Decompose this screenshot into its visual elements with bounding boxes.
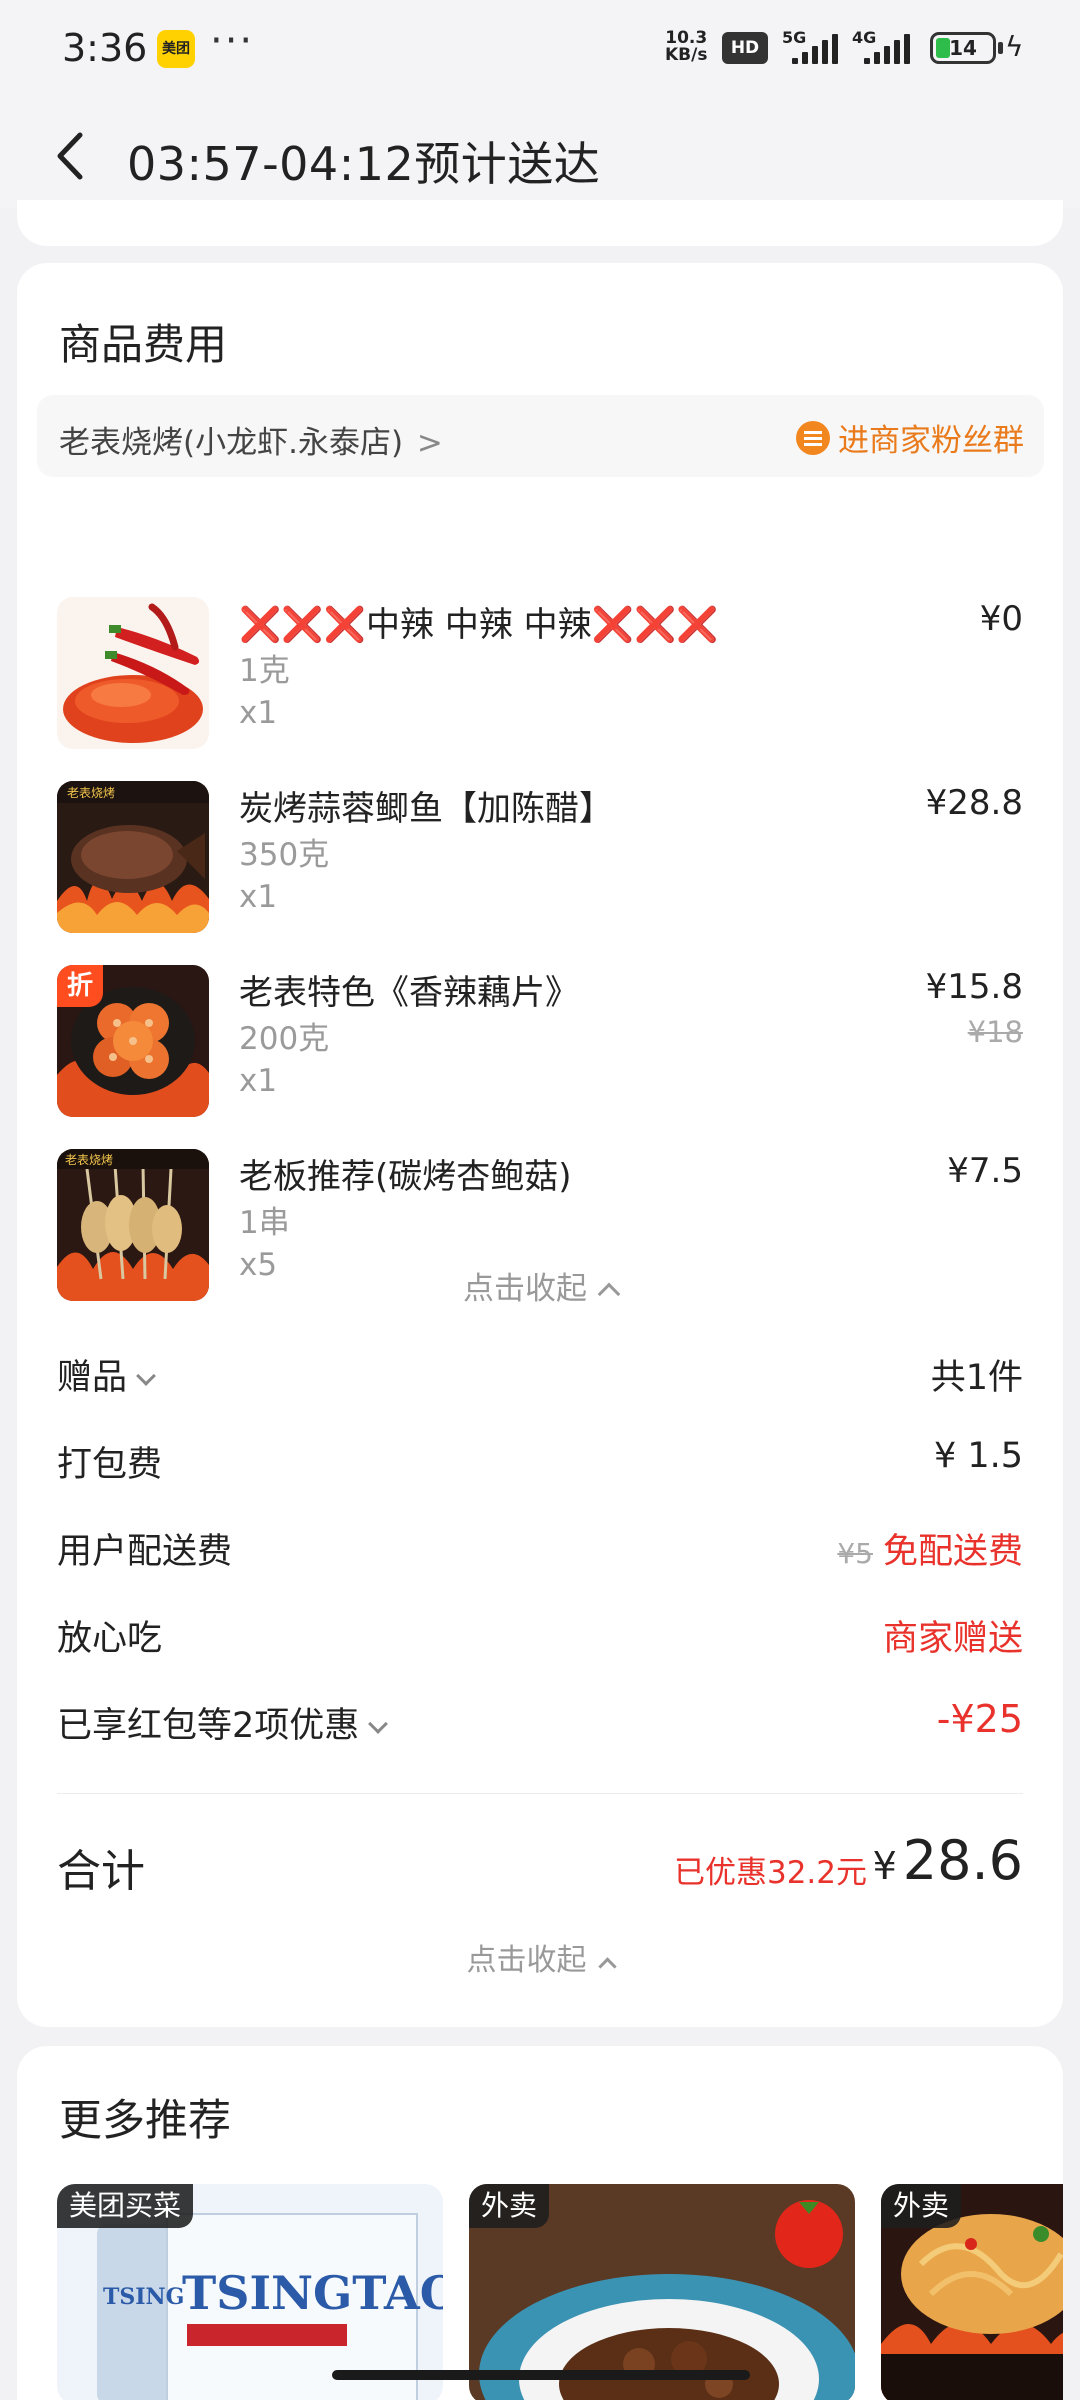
item-qty: x1 xyxy=(239,879,278,915)
item-qty: x1 xyxy=(239,1063,278,1099)
discount-badge: 折 xyxy=(57,965,103,1007)
total-label: 合计 xyxy=(57,1846,145,1897)
svg-text:老表烧烤: 老表烧烤 xyxy=(65,1152,113,1167)
divider xyxy=(57,1793,1023,1794)
back-button[interactable] xyxy=(50,131,94,181)
product-image-lotus-slices: 折 xyxy=(57,965,209,1117)
item-price: ¥15.8 xyxy=(925,967,1023,1007)
product-image-chili-powder xyxy=(57,597,209,749)
list-item[interactable] xyxy=(57,335,1023,495)
product-image-grilled-fish: 老表烧烤 xyxy=(57,781,209,933)
list-item[interactable]: 老表烧烤 炭烤蒜蓉鲫鱼【加陈醋】 350克 x1 ¥28.8 xyxy=(57,781,1023,941)
recommend-item[interactable]: TSINGTAO TSING 美团买菜 xyxy=(57,2184,443,2400)
list-item[interactable]: ❌❌❌中辣 中辣 中辣❌❌❌ 1克 x1 ¥0 xyxy=(57,597,1023,757)
recommend-card: 更多推荐 TSINGTAO TSING 美团买菜 外卖 外卖 xyxy=(17,2046,1063,2400)
previous-card-bottom xyxy=(17,200,1063,246)
signal-4g-icon xyxy=(864,34,910,64)
status-bar: 3:36 美团 ··· 10.3 KB/s HD 5G 4G 14 ϟ xyxy=(0,0,1080,96)
nav-header: 03:57-04:12预计送达 xyxy=(0,96,1080,208)
food-safety-row: 放心吃 商家赠送 xyxy=(57,1619,1023,1659)
battery-icon: 14 xyxy=(930,32,996,64)
svg-text:TSINGTAO: TSINGTAO xyxy=(182,2266,443,2320)
chevron-down-icon xyxy=(136,1366,156,1386)
item-price: ¥28.8 xyxy=(925,783,1023,823)
discount-row[interactable]: 已享红包等2项优惠 -¥25 xyxy=(57,1689,1023,1749)
total-saved: 已优惠32.2元 xyxy=(673,1855,867,1891)
meituan-app-icon: 美团 xyxy=(157,30,195,68)
item-spec: 1克 xyxy=(239,653,290,689)
delivery-fee-row: 用户配送费 ¥5 免配送费 xyxy=(57,1532,1023,1572)
more-notifications-icon: ··· xyxy=(210,18,255,64)
item-price: ¥0 xyxy=(979,599,1023,639)
signal-5g-icon xyxy=(792,34,838,64)
list-item[interactable]: 折 老表特色《香辣藕片》 200克 x1 ¥15.8 ¥18 xyxy=(57,965,1023,1125)
svg-text:老表烧烤: 老表烧烤 xyxy=(67,785,115,800)
item-original-price: ¥18 xyxy=(967,1015,1023,1049)
home-indicator[interactable] xyxy=(332,2370,750,2380)
fees-card: 商品费用 老表烧烤(小龙虾.永泰店) > 进商家粉丝群 ❌❌❌中辣 中辣 中辣❌… xyxy=(17,263,1063,2027)
hd-voice-icon: HD xyxy=(722,32,768,64)
chevron-up-icon xyxy=(597,1282,621,1306)
status-time: 3:36 xyxy=(62,26,148,70)
total-amount: ¥28.6 xyxy=(872,1829,1023,1892)
packing-fee-row: 打包费 ¥ 1.5 xyxy=(57,1436,1023,1485)
item-spec: 350克 xyxy=(239,837,330,873)
recommend-tag: 美团买菜 xyxy=(57,2184,194,2228)
svg-text:TSING: TSING xyxy=(103,2284,184,2310)
recommend-tag: 外卖 xyxy=(469,2184,550,2228)
back-arrow-icon xyxy=(57,132,83,180)
gift-row[interactable]: 赠品 共1件 xyxy=(57,1341,1023,1401)
chevron-down-icon xyxy=(368,1714,389,1734)
item-qty: x1 xyxy=(239,695,278,731)
collapse-fees-button[interactable]: 点击收起 xyxy=(17,1935,1063,1979)
chevron-up-icon xyxy=(597,1957,617,1976)
recommend-item[interactable]: 外卖 xyxy=(469,2184,855,2400)
network-speed: 10.3 KB/s xyxy=(665,28,708,65)
item-name: 老表特色《香辣藕片》 xyxy=(239,973,579,1013)
page-title: 03:57-04:12预计送达 xyxy=(127,137,601,191)
item-name: ❌❌❌中辣 中辣 中辣❌❌❌ xyxy=(239,605,719,645)
recommend-item[interactable]: 外卖 xyxy=(881,2184,1063,2400)
item-name: 老板推荐(碳烤杏鲍菇) xyxy=(239,1157,572,1197)
item-spec: 1串 xyxy=(239,1205,290,1241)
recommend-tag: 外卖 xyxy=(881,2184,962,2228)
item-spec: 200克 xyxy=(239,1021,330,1057)
section-title: 更多推荐 xyxy=(59,2096,231,2146)
charging-icon: ϟ xyxy=(1005,30,1024,63)
item-name: 炭烤蒜蓉鲫鱼【加陈醋】 xyxy=(239,789,613,829)
item-price: ¥7.5 xyxy=(947,1151,1023,1191)
collapse-items-button[interactable]: 点击收起 xyxy=(17,1263,1063,1308)
